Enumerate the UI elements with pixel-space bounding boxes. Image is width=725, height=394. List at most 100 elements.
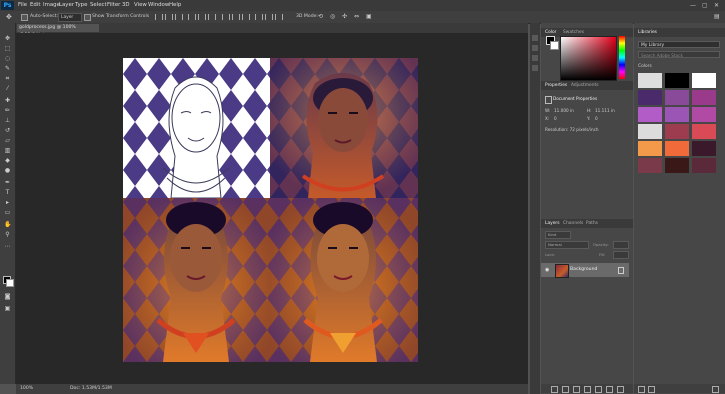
distribute-left-icon[interactable] — [255, 14, 263, 20]
auto-select-dropdown[interactable]: Layer — [58, 13, 82, 22]
adjustment-layer-icon[interactable] — [584, 386, 591, 393]
move-tool-icon[interactable]: ✥ — [4, 35, 11, 42]
sync-icon[interactable] — [648, 386, 655, 393]
dodge-tool-icon[interactable]: ● — [4, 167, 11, 174]
path-selection-tool-icon[interactable]: ▸ — [4, 199, 11, 206]
transform-controls-checkbox[interactable] — [84, 14, 91, 21]
hand-tool-icon[interactable]: ✋ — [4, 221, 11, 228]
menu-3d[interactable]: 3D — [122, 0, 130, 11]
3d-slide-icon[interactable]: ⇔ — [354, 11, 359, 23]
menu-help[interactable]: Help — [169, 0, 181, 11]
layer-name[interactable]: Background — [570, 263, 597, 277]
distribute-hcenter-icon[interactable] — [265, 14, 273, 20]
menu-view[interactable]: View — [134, 0, 147, 11]
library-color-swatch[interactable] — [692, 90, 716, 105]
library-color-swatch[interactable] — [638, 107, 662, 122]
menu-type[interactable]: Type — [75, 0, 87, 11]
align-bottom-icon[interactable] — [175, 14, 183, 20]
library-color-swatch[interactable] — [638, 141, 662, 156]
library-color-swatch[interactable] — [638, 124, 662, 139]
zoom-tool-icon[interactable]: ⚲ — [4, 231, 11, 238]
distribute-top-icon[interactable] — [222, 14, 230, 20]
fill-field[interactable] — [613, 251, 629, 259]
align-left-icon[interactable] — [188, 14, 196, 20]
visibility-eye-icon[interactable]: ◉ — [545, 267, 551, 273]
brush-panel-icon[interactable] — [532, 45, 538, 51]
tab-adjustments[interactable]: Adjustments — [571, 81, 599, 90]
more-tools-icon[interactable]: ⋯ — [4, 243, 11, 250]
link-layers-icon[interactable] — [551, 386, 558, 393]
layer-style-icon[interactable] — [562, 386, 569, 393]
blend-mode-select[interactable]: Normal — [545, 241, 589, 249]
paragraph-panel-icon[interactable] — [532, 65, 538, 71]
menu-select[interactable]: Select — [90, 0, 107, 11]
menu-filter[interactable]: Filter — [107, 0, 120, 11]
3d-drag-icon[interactable]: ✣ — [342, 11, 347, 23]
close-button[interactable]: ✕ — [714, 0, 719, 11]
opacity-field[interactable] — [613, 241, 629, 249]
new-group-icon[interactable] — [595, 386, 602, 393]
hue-slider[interactable] — [619, 36, 625, 79]
background-color-swatch[interactable] — [6, 279, 14, 287]
healing-brush-tool-icon[interactable]: ✚ — [4, 97, 11, 104]
character-panel-icon[interactable] — [532, 55, 538, 61]
library-color-swatch[interactable] — [665, 124, 689, 139]
minimize-button[interactable]: — — [690, 0, 696, 11]
clone-stamp-tool-icon[interactable]: ⊥ — [4, 117, 11, 124]
library-color-swatch[interactable] — [638, 90, 662, 105]
library-color-swatch[interactable] — [692, 124, 716, 139]
menu-file[interactable]: File — [18, 0, 27, 11]
tab-libraries[interactable]: Libraries — [638, 28, 657, 37]
color-picker-field[interactable] — [560, 36, 617, 81]
library-color-swatch[interactable] — [665, 73, 689, 88]
x-value[interactable]: 0 — [554, 116, 557, 121]
align-top-icon[interactable] — [155, 14, 163, 20]
align-hcenter-icon[interactable] — [198, 14, 206, 20]
library-color-swatch[interactable] — [665, 107, 689, 122]
quick-mask-icon[interactable]: ◙ — [4, 293, 11, 300]
layer-filter-select[interactable]: Kind — [545, 231, 571, 239]
distribute-right-icon[interactable] — [275, 14, 283, 20]
document-canvas[interactable] — [123, 58, 418, 362]
tab-channels[interactable]: Channels — [563, 219, 583, 228]
document-tab[interactable]: goldprocess.jpg @ 100% (RGB/8#) * — [17, 24, 99, 38]
marquee-tool-icon[interactable]: ⬚ — [4, 45, 11, 52]
background-color-chip[interactable] — [550, 41, 559, 50]
3d-roll-icon[interactable]: ◎ — [330, 11, 335, 23]
height-value[interactable]: 11.111 in — [595, 108, 615, 113]
delete-icon[interactable] — [712, 386, 719, 393]
tab-properties[interactable]: Properties — [545, 81, 567, 90]
brush-tool-icon[interactable]: ✏ — [4, 107, 11, 114]
library-color-swatch[interactable] — [638, 73, 662, 88]
library-color-swatch[interactable] — [692, 141, 716, 156]
library-color-swatch[interactable] — [665, 141, 689, 156]
tab-paths[interactable]: Paths — [586, 219, 598, 228]
screen-mode-icon[interactable]: ▣ — [4, 305, 11, 312]
stock-search-input[interactable]: Search Adobe Stock — [638, 51, 720, 58]
shape-tool-icon[interactable]: ▭ — [4, 209, 11, 216]
add-mask-icon[interactable] — [573, 386, 580, 393]
lasso-tool-icon[interactable]: ◌ — [4, 55, 11, 62]
delete-layer-icon[interactable] — [617, 386, 624, 393]
library-color-swatch[interactable] — [692, 107, 716, 122]
library-color-swatch[interactable] — [638, 158, 662, 173]
history-brush-tool-icon[interactable]: ↺ — [4, 127, 11, 134]
pen-tool-icon[interactable]: ✒ — [4, 179, 11, 186]
add-content-icon[interactable] — [638, 386, 645, 393]
blur-tool-icon[interactable]: ◆ — [4, 157, 11, 164]
menu-layer[interactable]: Layer — [59, 0, 74, 11]
menu-edit[interactable]: Edit — [30, 0, 40, 11]
eraser-tool-icon[interactable]: ▱ — [4, 137, 11, 144]
gradient-tool-icon[interactable]: ▥ — [4, 147, 11, 154]
eyedropper-tool-icon[interactable]: ⁄ — [4, 85, 11, 92]
document-info[interactable]: Doc: 1.53M/1.53M — [70, 384, 112, 394]
new-layer-icon[interactable] — [606, 386, 613, 393]
y-value[interactable]: 0 — [595, 116, 598, 121]
align-vcenter-icon[interactable] — [165, 14, 173, 20]
distribute-bottom-icon[interactable] — [242, 14, 250, 20]
menu-window[interactable]: Window — [148, 0, 169, 11]
3d-rotate-icon[interactable]: ⟲ — [318, 11, 323, 23]
width-value[interactable]: 11.000 in — [554, 108, 574, 113]
library-color-swatch[interactable] — [665, 90, 689, 105]
history-panel-icon[interactable] — [532, 35, 538, 41]
